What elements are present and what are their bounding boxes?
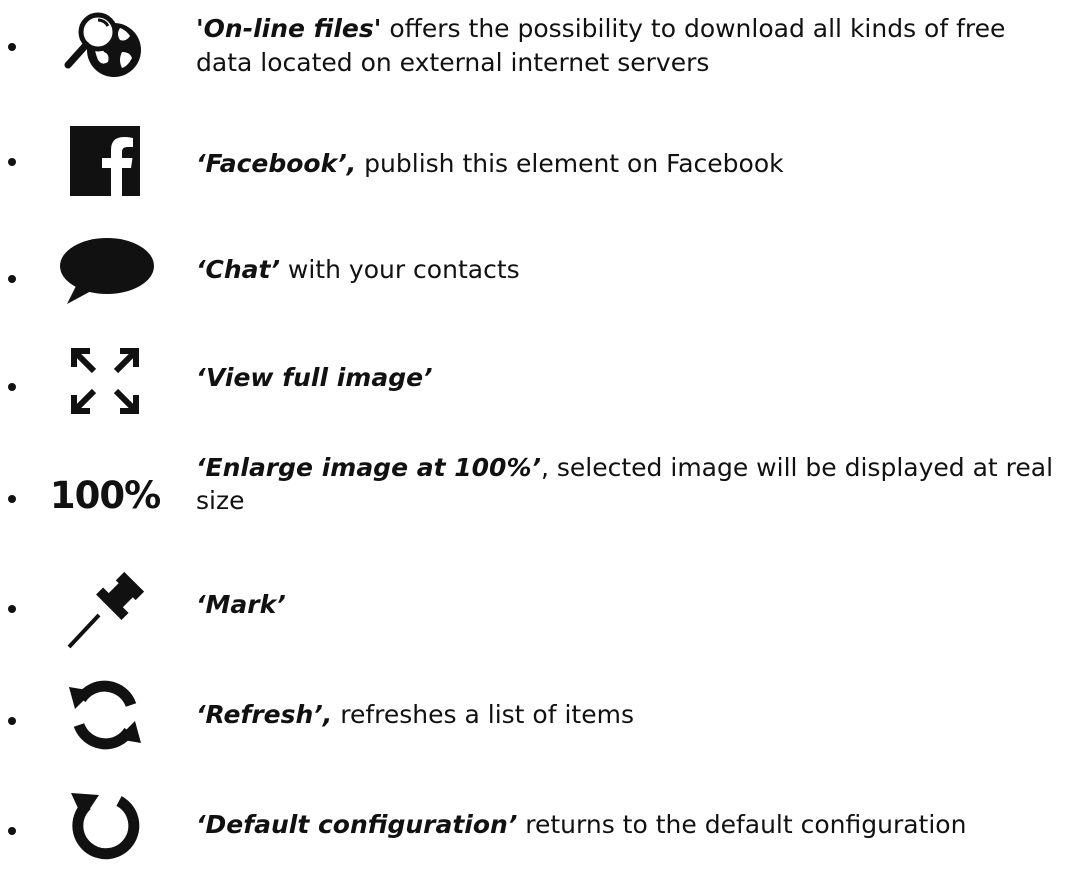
list-item: ‘Chat’ with your contacts [0, 225, 1080, 315]
item-term: ‘Default configuration’ [196, 810, 518, 839]
item-term: ‘View full image’ [196, 363, 433, 392]
list-item: ‘Default configuration’ returns to the d… [0, 775, 1080, 870]
item-term: ‘Facebook’, [196, 149, 357, 178]
pushpin-icon [40, 563, 170, 653]
bullet [8, 383, 16, 391]
list-item: ‘View full image’ [0, 335, 1080, 425]
zoom-100-label: 100% [49, 473, 161, 517]
item-term: ‘Mark’ [196, 590, 286, 619]
item-rest: returns to the default configuration [517, 810, 967, 839]
bullet [8, 717, 16, 725]
item-term: ‘Enlarge image at 100%’ [196, 453, 541, 482]
list-item: 100% ‘Enlarge image at 100%’, selected i… [0, 440, 1080, 540]
item-rest: refreshes a list of items [332, 700, 634, 729]
bullet [8, 827, 16, 835]
bullet [8, 605, 16, 613]
chat-bubble-icon [40, 231, 170, 311]
list-item: 'On-line files' offers the possibility t… [0, 0, 1080, 100]
online-files-icon [40, 4, 170, 84]
zoom-100-icon: 100% [40, 460, 170, 530]
fullscreen-arrows-icon [40, 341, 170, 421]
bullet [8, 495, 16, 503]
item-description: ‘Enlarge image at 100%’, selected image … [196, 451, 1068, 517]
item-rest: with your contacts [279, 255, 520, 284]
list-item: ‘Refresh’, refreshes a list of items [0, 665, 1080, 760]
item-rest: publish this element on Facebook [356, 149, 784, 178]
bullet [8, 43, 16, 51]
item-description: ‘Mark’ [196, 588, 1068, 622]
default-config-icon [40, 783, 170, 867]
item-description: ‘Facebook’, publish this element on Face… [196, 147, 1068, 181]
bullet [8, 158, 16, 166]
item-description: 'On-line files' offers the possibility t… [196, 12, 1068, 80]
refresh-icon [40, 673, 170, 757]
item-term: 'On-line files' [196, 14, 382, 43]
item-description: ‘Default configuration’ returns to the d… [196, 808, 1068, 842]
item-term: ‘Refresh’, [196, 700, 333, 729]
list-item: ‘Facebook’, publish this element on Face… [0, 115, 1080, 205]
item-description: ‘Refresh’, refreshes a list of items [196, 698, 1068, 732]
item-description: ‘Chat’ with your contacts [196, 253, 1068, 287]
item-term: ‘Chat’ [196, 255, 280, 284]
facebook-icon [40, 121, 170, 201]
bullet [8, 275, 16, 283]
item-description: ‘View full image’ [196, 361, 1068, 395]
list-item: ‘Mark’ [0, 553, 1080, 653]
